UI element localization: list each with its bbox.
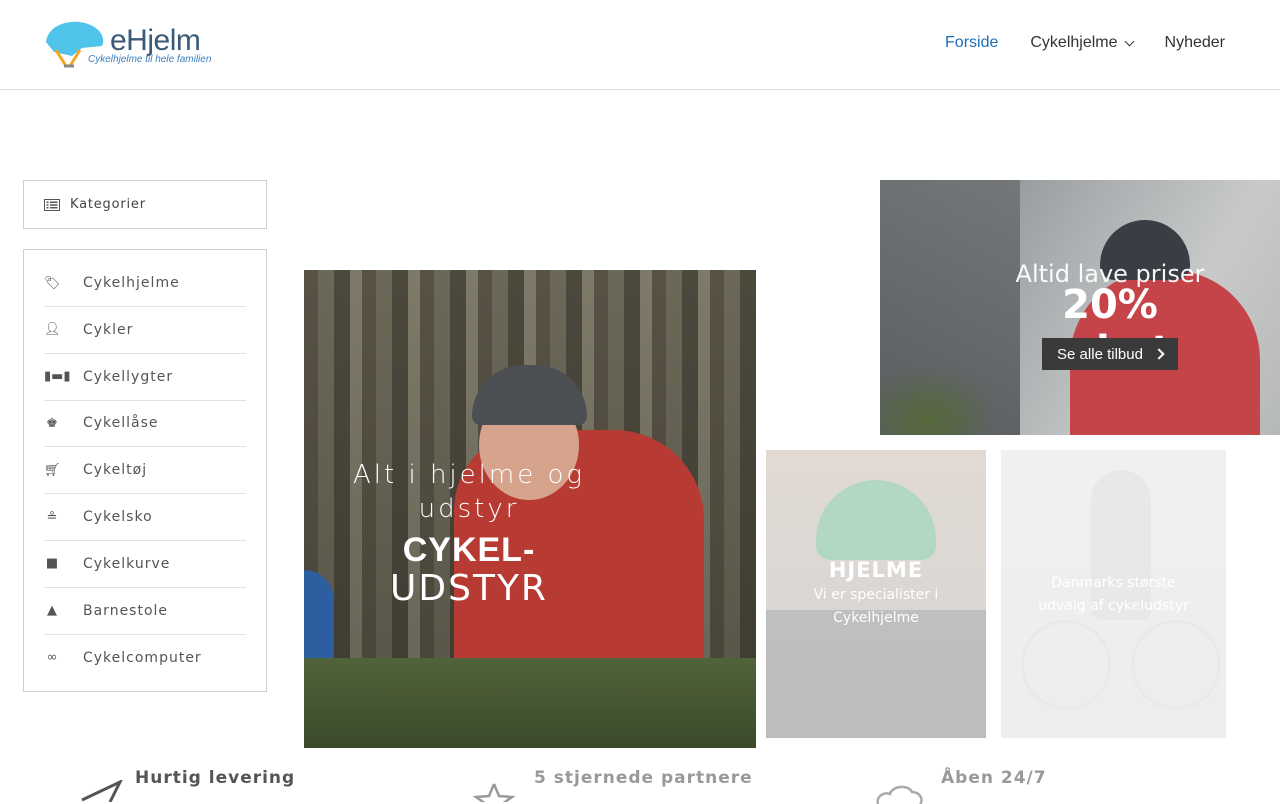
nav-forside-label: Forside bbox=[945, 34, 999, 51]
chevron-down-icon bbox=[1124, 36, 1134, 46]
bag-icon: ■ bbox=[45, 556, 59, 572]
nav-nyheder-label: Nyheder bbox=[1164, 34, 1225, 51]
paper-plane-icon bbox=[81, 780, 123, 802]
sidebar-item-label: Barnestole bbox=[83, 602, 169, 619]
user-cog-icon: 👤︎ bbox=[44, 322, 61, 338]
sidebar-item-label: Cykellygter bbox=[83, 368, 174, 385]
sidebar-item-label: Cykelsko bbox=[83, 509, 153, 526]
nav-nyheder[interactable]: Nyheder bbox=[1165, 34, 1225, 52]
sidebar-item-label: Cykler bbox=[83, 321, 134, 338]
gear-tile[interactable]: Danmarks største udvalg af cykeludstyr bbox=[1001, 450, 1226, 738]
dumbbell-icon: ▮▬▮ bbox=[44, 369, 71, 385]
see-all-offers-label: Se alle tilbud bbox=[1057, 345, 1143, 363]
nav-cykelhjelme[interactable]: Cykelhjelme bbox=[1030, 34, 1134, 52]
logo-tagline: Cykelhjelme til hele familien bbox=[88, 54, 212, 65]
feature-open-247: Åben 24/7 bbox=[941, 768, 1047, 788]
chess-king-icon: ♚ bbox=[46, 415, 58, 431]
sidebar-item-barnestole[interactable]: ▲ Barnestole bbox=[44, 588, 246, 635]
sidebar-item-label: Cykelhjelme bbox=[83, 275, 180, 291]
main-nav: Forside Cykelhjelme Nyheder bbox=[945, 34, 1225, 52]
gear-tile-subtitle: Danmarks største udvalg af cykeludstyr bbox=[1038, 575, 1189, 614]
feature-fast-delivery: Hurtig levering bbox=[135, 768, 296, 788]
sidebar-item-label: Cykelkurve bbox=[83, 555, 171, 572]
helmets-tile[interactable]: HJELME Vi er specialister i Cykelhjelme bbox=[766, 450, 986, 738]
hero-tagline: Alt i hjelme og udstyr bbox=[353, 460, 585, 524]
sidebar-item-cykelsko[interactable]: ≗ Cykelsko bbox=[44, 494, 246, 541]
hero-banner[interactable]: Alt i hjelme og udstyr CYKEL- UDSTYR bbox=[304, 270, 756, 748]
cart-icon: 🛒︎ bbox=[44, 462, 61, 478]
hero-title-line1: CYKEL- bbox=[402, 531, 536, 569]
site-logo[interactable]: eHjelm Cykelhjelme til hele familien bbox=[42, 16, 252, 72]
sidebar-item-cykellaase[interactable]: ♚ Cykellåse bbox=[44, 401, 246, 448]
chevron-right-icon bbox=[1153, 348, 1165, 360]
tag-icon: 🏷︎ bbox=[44, 275, 61, 291]
categories-list: 🏷︎ Cykelhjelme 👤︎ Cykler ▮▬▮ Cykellygter… bbox=[23, 249, 267, 692]
see-all-offers-button[interactable]: Se alle tilbud bbox=[1042, 338, 1178, 370]
sidebar-item-label: Cykellåse bbox=[83, 415, 159, 432]
hero-photo-helmet bbox=[472, 365, 587, 425]
sidebar-item-cykelcomputer[interactable]: ∞ Cykelcomputer bbox=[44, 635, 246, 682]
site-header: eHjelm Cykelhjelme til hele familien For… bbox=[0, 0, 1280, 90]
feature-partners: 5 stjernede partnere bbox=[534, 768, 753, 788]
categories-title: Kategorier bbox=[70, 197, 146, 212]
sidebar-item-label: Cykeltøj bbox=[83, 462, 148, 479]
sidebar-item-label: Cykelcomputer bbox=[83, 649, 202, 666]
hero-photo-ground bbox=[304, 658, 756, 748]
triangle-icon: ▲ bbox=[47, 603, 57, 619]
sidebar-item-cykeltoej[interactable]: 🛒︎ Cykeltøj bbox=[44, 447, 246, 495]
promo-photo-greenery bbox=[880, 365, 1000, 435]
helmets-tile-subtitle: Vi er specialister i Cykelhjelme bbox=[813, 587, 939, 626]
star-icon bbox=[472, 783, 516, 802]
helmets-tile-title: HJELME bbox=[828, 558, 924, 582]
sidebar-item-cykellygter[interactable]: ▮▬▮ Cykellygter bbox=[44, 354, 246, 401]
nav-cykelhjelme-label: Cykelhjelme bbox=[1030, 34, 1118, 51]
logo-text: eHjelm bbox=[110, 24, 201, 57]
sidebar-item-cykler[interactable]: 👤︎ Cykler bbox=[44, 307, 246, 354]
promo-banner[interactable]: Altid lave priser 20% rabat Se alle tilb… bbox=[880, 180, 1280, 435]
sidebar-item-cykelhjelme[interactable]: 🏷︎ Cykelhjelme bbox=[44, 250, 246, 307]
shoe-icon: ≗ bbox=[46, 509, 58, 525]
hero-title-line2: UDSTYR bbox=[390, 568, 548, 609]
bicycle-icon: ∞ bbox=[46, 650, 58, 666]
list-icon bbox=[44, 198, 60, 211]
cloud-icon bbox=[876, 785, 923, 804]
nav-forside[interactable]: Forside bbox=[945, 34, 998, 52]
hero-text: Alt i hjelme og udstyr CYKEL- UDSTYR bbox=[304, 458, 634, 608]
sidebar-item-cykelkurve[interactable]: ■ Cykelkurve bbox=[44, 541, 246, 588]
categories-header[interactable]: Kategorier bbox=[23, 180, 267, 229]
